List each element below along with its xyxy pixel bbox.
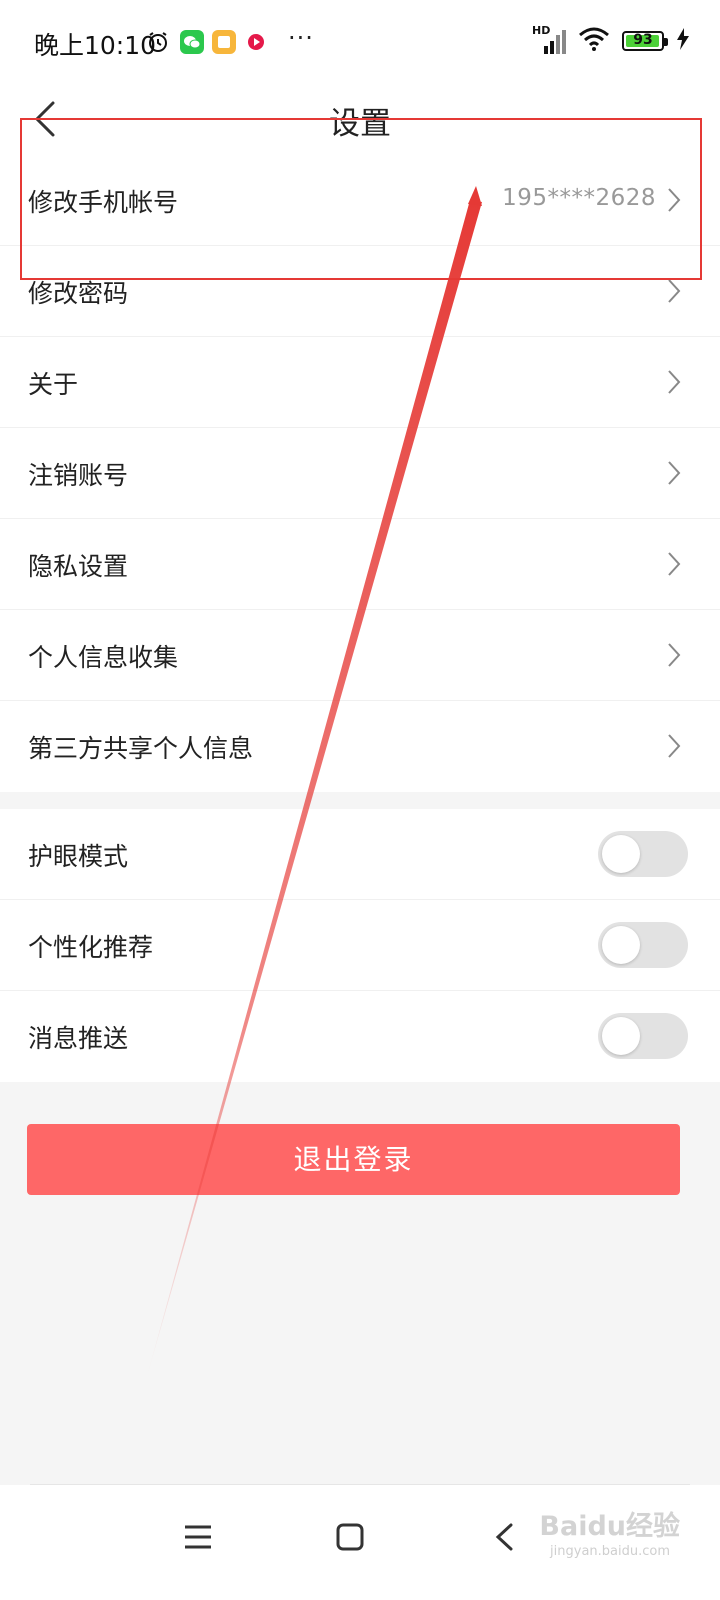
chevron-right-icon (668, 643, 681, 667)
more-dots: ··· (288, 24, 314, 52)
chevron-right-icon (668, 552, 681, 576)
battery-icon: 93 (622, 31, 668, 51)
settings-item-label: 护眼模式 (28, 842, 129, 871)
watermark-url: jingyan.baidu.com (550, 1544, 670, 1559)
video-app-icon (244, 30, 268, 54)
system-back-button[interactable] (474, 1507, 534, 1567)
back-triangle-icon (495, 1523, 513, 1551)
menu-button[interactable] (168, 1507, 228, 1567)
settings-item-third-party-sharing[interactable]: 第三方共享个人信息 (0, 701, 720, 792)
settings-item-personalized-recommend: 个性化推荐 (0, 900, 720, 991)
wifi-icon (578, 27, 610, 55)
settings-item-eye-care: 护眼模式 (0, 809, 720, 900)
settings-item-label: 修改手机帐号 (28, 188, 179, 217)
status-bar: 晚上10:10 ··· HD 93 (0, 0, 720, 84)
settings-item-label: 注销账号 (28, 461, 129, 490)
wechat-icon (180, 30, 204, 54)
settings-item-privacy[interactable]: 隐私设置 (0, 519, 720, 610)
signal-icon: HD (532, 24, 566, 54)
settings-item-label: 隐私设置 (28, 552, 129, 581)
settings-item-label: 个性化推荐 (28, 933, 154, 962)
menu-icon (185, 1525, 211, 1549)
alarm-icon (146, 30, 170, 54)
logout-button[interactable]: 退出登录 (27, 1124, 680, 1195)
settings-item-label: 关于 (28, 370, 79, 399)
settings-item-label: 个人信息收集 (28, 643, 179, 672)
status-right-group: HD 93 (532, 24, 690, 56)
chevron-right-icon (668, 279, 681, 303)
watermark-logo: Baidu经验 (539, 1511, 680, 1542)
page-title: 设置 (329, 106, 391, 142)
header: 设置 (0, 84, 720, 156)
note-app-icon (212, 30, 236, 54)
settings-item-label: 第三方共享个人信息 (28, 734, 254, 763)
status-time: 晚上10:10 (34, 31, 157, 60)
settings-item-label: 修改密码 (28, 279, 129, 308)
push-notifications-toggle[interactable] (598, 1013, 688, 1059)
settings-item-info-collection[interactable]: 个人信息收集 (0, 610, 720, 701)
charging-icon (676, 28, 690, 54)
toggle-knob (602, 926, 640, 964)
settings-item-about[interactable]: 关于 (0, 337, 720, 428)
toggle-settings-list: 护眼模式 个性化推荐 消息推送 (0, 809, 720, 1082)
toggle-knob (602, 835, 640, 873)
settings-item-label: 消息推送 (28, 1024, 129, 1053)
phone-number-value: 195****2628 (502, 185, 656, 211)
home-square-icon (336, 1523, 364, 1551)
account-settings-list: 修改手机帐号 195****2628 修改密码 关于 注销账号 隐私设置 个人信… (0, 155, 720, 792)
battery-level: 93 (633, 32, 653, 48)
chevron-right-icon (668, 188, 681, 212)
home-button[interactable] (320, 1507, 380, 1567)
chevron-right-icon (668, 734, 681, 758)
personalized-recommend-toggle[interactable] (598, 922, 688, 968)
settings-item-push-notifications: 消息推送 (0, 991, 720, 1082)
chevron-right-icon (668, 370, 681, 394)
eye-care-toggle[interactable] (598, 831, 688, 877)
settings-item-change-password[interactable]: 修改密码 (0, 246, 720, 337)
chevron-right-icon (668, 461, 681, 485)
toggle-knob (602, 1017, 640, 1055)
settings-item-change-phone[interactable]: 修改手机帐号 195****2628 (0, 155, 720, 246)
settings-item-delete-account[interactable]: 注销账号 (0, 428, 720, 519)
